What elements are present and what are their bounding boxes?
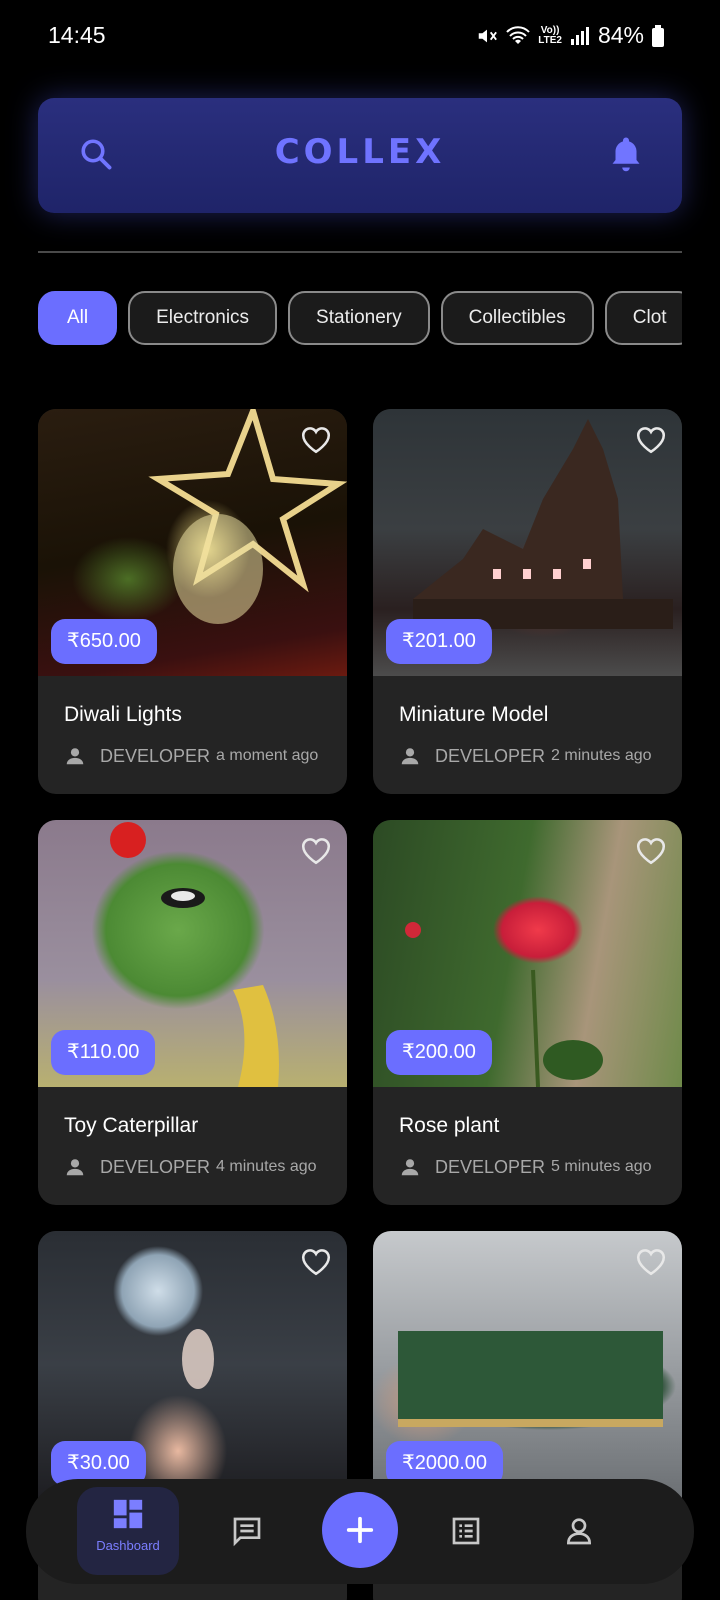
bottom-navigation: Dashboard: [26, 1479, 694, 1584]
battery-icon: [652, 24, 664, 47]
list-icon[interactable]: [450, 1515, 482, 1547]
product-card[interactable]: ₹110.00 Toy Caterpillar DEVELOPER 4 minu…: [38, 820, 347, 1205]
dashboard-icon: [113, 1499, 143, 1529]
product-card[interactable]: ₹650.00 Diwali Lights DEVELOPER a moment…: [38, 409, 347, 794]
person-icon: [66, 748, 84, 765]
mute-icon: [478, 29, 498, 42]
product-name: Rose plant: [399, 1114, 500, 1137]
product-name: Diwali Lights: [64, 703, 182, 726]
chip-clothing[interactable]: Clot: [604, 291, 682, 345]
app-header: COLLEX: [38, 98, 682, 213]
add-icon: [346, 1516, 374, 1544]
favorite-heart-icon[interactable]: [299, 423, 333, 455]
person-icon: [66, 1159, 84, 1176]
chip-all[interactable]: All: [38, 291, 118, 345]
chip-collectibles[interactable]: Collectibles: [440, 291, 594, 345]
battery-percentage: 84%: [597, 22, 644, 48]
posted-time: 4 minutes ago: [216, 1158, 317, 1175]
price-badge: ₹200.00: [386, 1030, 492, 1075]
status-icons: Vo)) LTE2 84%: [476, 22, 664, 49]
header-divider: [38, 251, 682, 253]
product-name: Miniature Model: [399, 703, 549, 726]
profile-icon[interactable]: [563, 1515, 595, 1547]
person-icon: [401, 748, 419, 765]
nav-dashboard[interactable]: Dashboard: [77, 1487, 179, 1575]
add-listing-button[interactable]: [322, 1492, 398, 1568]
chip-electronics[interactable]: Electronics: [128, 291, 278, 345]
status-bar: 14:45 Vo)) LTE2 84%: [0, 0, 720, 72]
network-type-label: Vo)) LTE2: [538, 24, 562, 46]
product-meta: DEVELOPER 2 minutes ago: [399, 745, 652, 767]
favorite-heart-icon[interactable]: [634, 1245, 668, 1277]
nav-dashboard-label: Dashboard: [96, 1538, 160, 1553]
price-badge: ₹650.00: [51, 619, 157, 664]
posted-time: 2 minutes ago: [551, 747, 652, 764]
app-title: COLLEX: [274, 132, 446, 172]
favorite-heart-icon[interactable]: [634, 423, 668, 455]
product-meta: DEVELOPER 4 minutes ago: [64, 1156, 317, 1178]
posted-time: 5 minutes ago: [551, 1158, 652, 1175]
posted-time: a moment ago: [216, 747, 319, 764]
category-chips: All Electronics Stationery Collectibles Clot: [38, 291, 682, 347]
seller-name: DEVELOPER: [435, 745, 546, 766]
seller-name: DEVELOPER: [100, 745, 211, 766]
chat-icon[interactable]: [231, 1515, 263, 1547]
product-name: Toy Caterpillar: [64, 1114, 199, 1137]
status-time: 14:45: [48, 22, 106, 48]
person-icon: [401, 1159, 419, 1176]
chip-stationery[interactable]: Stationery: [288, 291, 430, 345]
signal-icon: [570, 26, 589, 45]
product-meta: DEVELOPER a moment ago: [64, 745, 318, 767]
bell-icon[interactable]: [608, 134, 644, 174]
product-card[interactable]: ₹200.00 Rose plant DEVELOPER 5 minutes a…: [373, 820, 682, 1205]
price-badge: ₹110.00: [51, 1030, 156, 1075]
seller-name: DEVELOPER: [435, 1156, 546, 1177]
product-card[interactable]: ₹201.00 Miniature Model DEVELOPER 2 minu…: [373, 409, 682, 794]
favorite-heart-icon[interactable]: [634, 834, 668, 866]
price-badge: ₹201.00: [386, 619, 492, 664]
favorite-heart-icon[interactable]: [299, 834, 333, 866]
favorite-heart-icon[interactable]: [299, 1245, 333, 1277]
product-meta: DEVELOPER 5 minutes ago: [399, 1156, 652, 1178]
wifi-icon: [506, 25, 530, 44]
seller-name: DEVELOPER: [100, 1156, 211, 1177]
